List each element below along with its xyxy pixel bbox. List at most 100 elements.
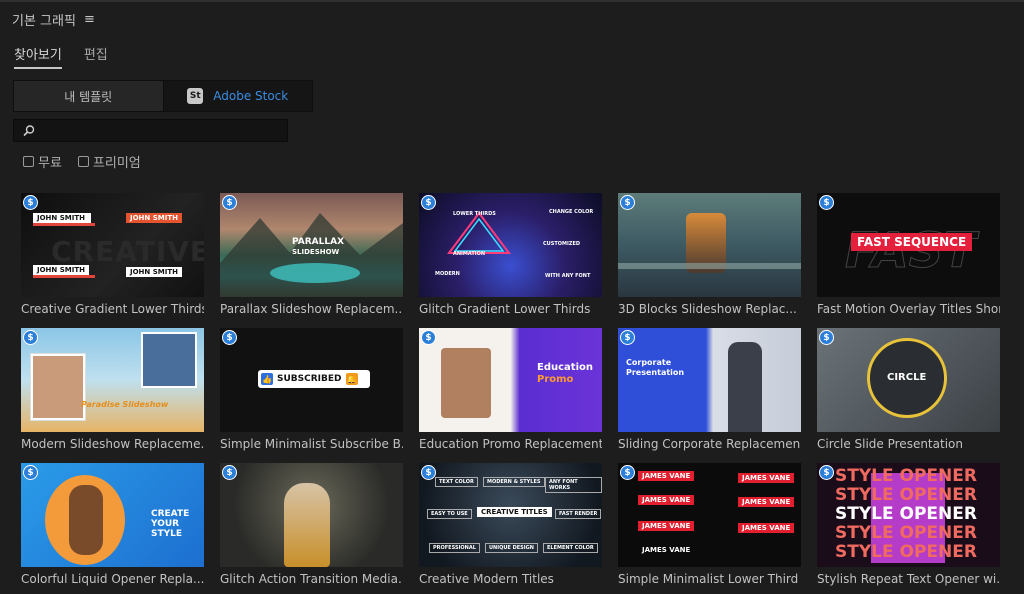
top-border (0, 0, 1024, 2)
thumb-bg-text: FAST (844, 223, 977, 280)
template-thumbnail[interactable]: $ (618, 193, 801, 297)
thumb-text: JAMES VANE (738, 497, 795, 507)
template-card[interactable]: $ 3D Blocks Slideshow Replac... (618, 193, 801, 316)
accent-bar (33, 223, 95, 226)
thumb-text: ELEMENT COLOR (543, 543, 598, 553)
template-thumbnail[interactable]: $ PARALLAX SLIDESHOW (220, 193, 403, 297)
thumb-person (441, 348, 491, 418)
template-card[interactable]: $ Glitch Action Transition Media... (220, 463, 403, 586)
thumb-text: PROFESSIONAL (429, 543, 480, 553)
template-card[interactable]: $ CREATE YOUR STYLE Colorful Liquid Open… (21, 463, 204, 586)
accent-bar (33, 275, 95, 278)
thumb-text: STYLE OPENER (835, 504, 977, 524)
thumb-text: SUBSCRIBED (277, 374, 342, 384)
source-toggle: 내 템플릿 St Adobe Stock (13, 80, 313, 112)
template-card[interactable]: $ CREATIVE JOHN SMITH JOHN SMITH JOHN SM… (21, 193, 204, 316)
template-thumbnail[interactable]: $ CREATIVE JOHN SMITH JOHN SMITH JOHN SM… (21, 193, 204, 297)
premium-dollar-icon: $ (222, 195, 237, 210)
template-thumbnail[interactable]: $ Corporate Presentation (618, 328, 801, 432)
thumb-person (69, 485, 103, 555)
template-card[interactable]: $ Education Promo Education Promo Replac… (419, 328, 602, 451)
thumb-text: PARALLAX (292, 237, 345, 247)
template-thumbnail[interactable]: $ TEXT COLOR MODERN & STYLES ANY FONT WO… (419, 463, 602, 567)
thumb-text: JOHN SMITH (126, 267, 182, 277)
filter-premium-label: 프리미엄 (92, 156, 141, 171)
thumb-text: Corporate (626, 358, 672, 367)
thumb-text: STYLE OPENER (835, 542, 977, 562)
thumb-text: JAMES VANE (638, 495, 695, 505)
premium-dollar-icon: $ (620, 195, 635, 210)
template-title: 3D Blocks Slideshow Replac... (618, 302, 797, 316)
thumb-text: STYLE OPENER (835, 466, 977, 486)
template-title: Glitch Action Transition Media... (220, 572, 403, 586)
search-icon (23, 125, 35, 137)
thumb-text: MODERN (435, 271, 460, 277)
thumb-text: Presentation (626, 368, 685, 377)
template-card[interactable]: $ Paradise Slideshow Modern Slideshow Re… (21, 328, 204, 451)
template-card[interactable]: $ LOWER THIRDS CHANGE COLOR ANIMATION CU… (419, 193, 602, 316)
template-thumbnail[interactable]: $ CIRCLE (817, 328, 1000, 432)
thumb-person (284, 483, 330, 567)
thumb-text: YOUR STYLE (151, 519, 183, 539)
photo-frame (31, 354, 85, 420)
hamburger-menu-icon[interactable]: ≡ (84, 12, 95, 27)
premium-dollar-icon: $ (222, 465, 237, 480)
template-thumbnail[interactable]: $ STYLE OPENER STYLE OPENER STYLE OPENER… (817, 463, 1000, 567)
thumb-text: CHANGE COLOR (549, 209, 594, 215)
template-thumbnail[interactable]: $ (220, 463, 403, 567)
thumb-text: WITH ANY FONT (545, 273, 591, 279)
template-card[interactable]: $ Corporate Presentation Sliding Corpora… (618, 328, 801, 451)
filter-free[interactable]: 무료 (23, 152, 62, 171)
template-thumbnail[interactable]: $ Education Promo (419, 328, 602, 432)
adobe-stock-icon: St (187, 88, 204, 104)
thumb-text: JAMES VANE (642, 546, 691, 554)
free-checkbox[interactable] (23, 156, 34, 167)
subscribe-button-graphic: 👍 SUBSCRIBED 🔔 (258, 370, 370, 388)
template-thumbnail[interactable]: $ Paradise Slideshow (21, 328, 204, 432)
template-card[interactable]: $ PARALLAX SLIDESHOW Parallax Slideshow … (220, 193, 403, 316)
template-thumbnail[interactable]: $ JAMES VANE JAMES VANE JAMES VANE JAMES… (618, 463, 801, 567)
template-thumbnail[interactable]: $ CREATE YOUR STYLE (21, 463, 204, 567)
template-title: Colorful Liquid Opener Repla... (21, 572, 204, 586)
panel-title: 기본 그래픽 (12, 13, 76, 29)
template-title: Creative Modern Titles (419, 572, 554, 586)
template-thumbnail[interactable]: $ FAST FAST SEQUENCE (817, 193, 1000, 297)
premium-dollar-icon: $ (421, 330, 436, 345)
premium-dollar-icon: $ (222, 330, 237, 345)
premium-checkbox[interactable] (77, 156, 89, 167)
thumb-text: JAMES VANE (738, 523, 795, 533)
template-title: Parallax Slideshow Replacem... (220, 302, 403, 316)
thumb-text: SLIDESHOW (292, 248, 340, 256)
thumb-block (618, 263, 801, 269)
thumb-text: ANIMATION (453, 251, 486, 257)
search-input[interactable] (13, 119, 288, 142)
template-thumbnail[interactable]: $ 👍 SUBSCRIBED 🔔 (220, 328, 403, 432)
thumb-text: Promo (537, 374, 574, 385)
template-title: Simple Minimalist Subscribe B... (220, 437, 403, 451)
thumb-text: ANY FONT WORKS (545, 477, 602, 493)
thumb-text: JAMES VANE (738, 473, 795, 483)
template-thumbnail[interactable]: $ LOWER THIRDS CHANGE COLOR ANIMATION CU… (419, 193, 602, 297)
filter-premium[interactable]: 프리미엄 (77, 152, 141, 171)
template-title: Glitch Gradient Lower Thirds (419, 302, 591, 316)
my-templates-button[interactable]: 내 템플릿 (14, 81, 164, 111)
thumb-text: MODERN & STYLES (483, 477, 545, 487)
template-card[interactable]: $ TEXT COLOR MODERN & STYLES ANY FONT WO… (419, 463, 602, 586)
template-card[interactable]: $ CIRCLE Circle Slide Presentation (817, 328, 1000, 451)
template-title: Simple Minimalist Lower Third (618, 572, 799, 586)
thumb-text: STYLE OPENER (835, 485, 977, 505)
template-title: Fast Motion Overlay Titles Shor... (817, 302, 1000, 316)
thumb-bg-text: CREATIVE (51, 235, 204, 268)
thumb-text: JAMES VANE (638, 471, 695, 481)
adobe-stock-button[interactable]: St Adobe Stock (163, 81, 312, 111)
tab-browse[interactable]: 찾아보기 (14, 44, 62, 69)
template-card[interactable]: $ 👍 SUBSCRIBED 🔔 Simple Minimalist Subsc… (220, 328, 403, 451)
tab-edit[interactable]: 편집 (84, 44, 108, 69)
premium-dollar-icon: $ (819, 195, 834, 210)
panel-header: 기본 그래픽 ≡ (12, 10, 95, 29)
template-card[interactable]: $ FAST FAST SEQUENCE Fast Motion Overlay… (817, 193, 1000, 316)
thumb-text: JOHN SMITH (33, 213, 91, 223)
template-card[interactable]: $ STYLE OPENER STYLE OPENER STYLE OPENER… (817, 463, 1000, 586)
template-card[interactable]: $ JAMES VANE JAMES VANE JAMES VANE JAMES… (618, 463, 801, 586)
thumb-text: JOHN SMITH (126, 213, 182, 223)
